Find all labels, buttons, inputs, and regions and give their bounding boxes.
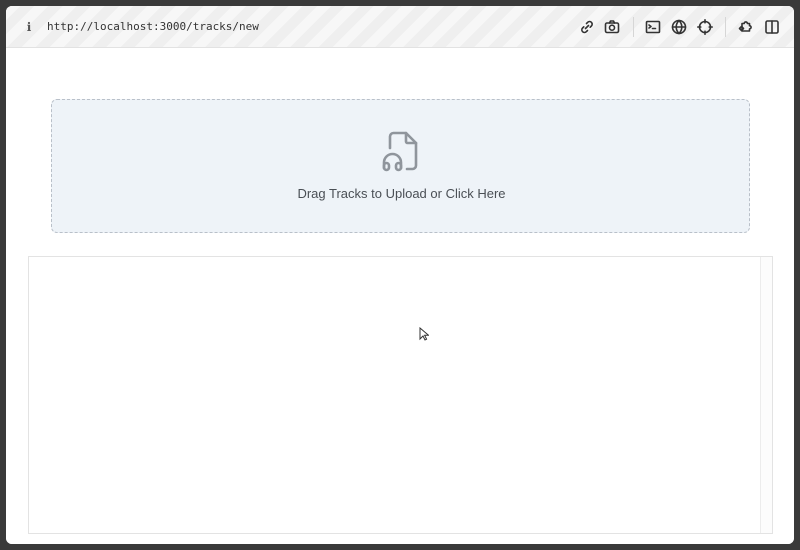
terminal-icon[interactable] [644, 18, 662, 36]
extension-icon[interactable] [737, 18, 755, 36]
scrollbar[interactable] [760, 257, 772, 533]
globe-icon[interactable] [670, 18, 688, 36]
link-icon[interactable] [578, 18, 596, 36]
track-upload-dropzone[interactable]: Drag Tracks to Upload or Click Here [51, 99, 750, 233]
page-content: Drag Tracks to Upload or Click Here [6, 49, 794, 544]
crosshair-icon[interactable] [696, 18, 714, 36]
url-bar[interactable]: http://localhost:3000/tracks/new [47, 20, 259, 34]
info-icon[interactable]: ℹ [23, 20, 35, 34]
mouse-cursor-icon [419, 326, 430, 341]
browser-window: ℹ http://localhost:3000/tracks/new Drag … [6, 6, 794, 544]
upload-instructions: Drag Tracks to Upload or Click Here [297, 186, 506, 201]
music-file-icon [381, 130, 421, 174]
track-list-panel[interactable] [28, 256, 773, 534]
toolbar-divider [633, 17, 634, 37]
browser-toolbar: ℹ http://localhost:3000/tracks/new [6, 6, 794, 48]
camera-icon[interactable] [603, 18, 621, 36]
split-view-icon[interactable] [763, 18, 781, 36]
toolbar-divider [725, 17, 726, 37]
